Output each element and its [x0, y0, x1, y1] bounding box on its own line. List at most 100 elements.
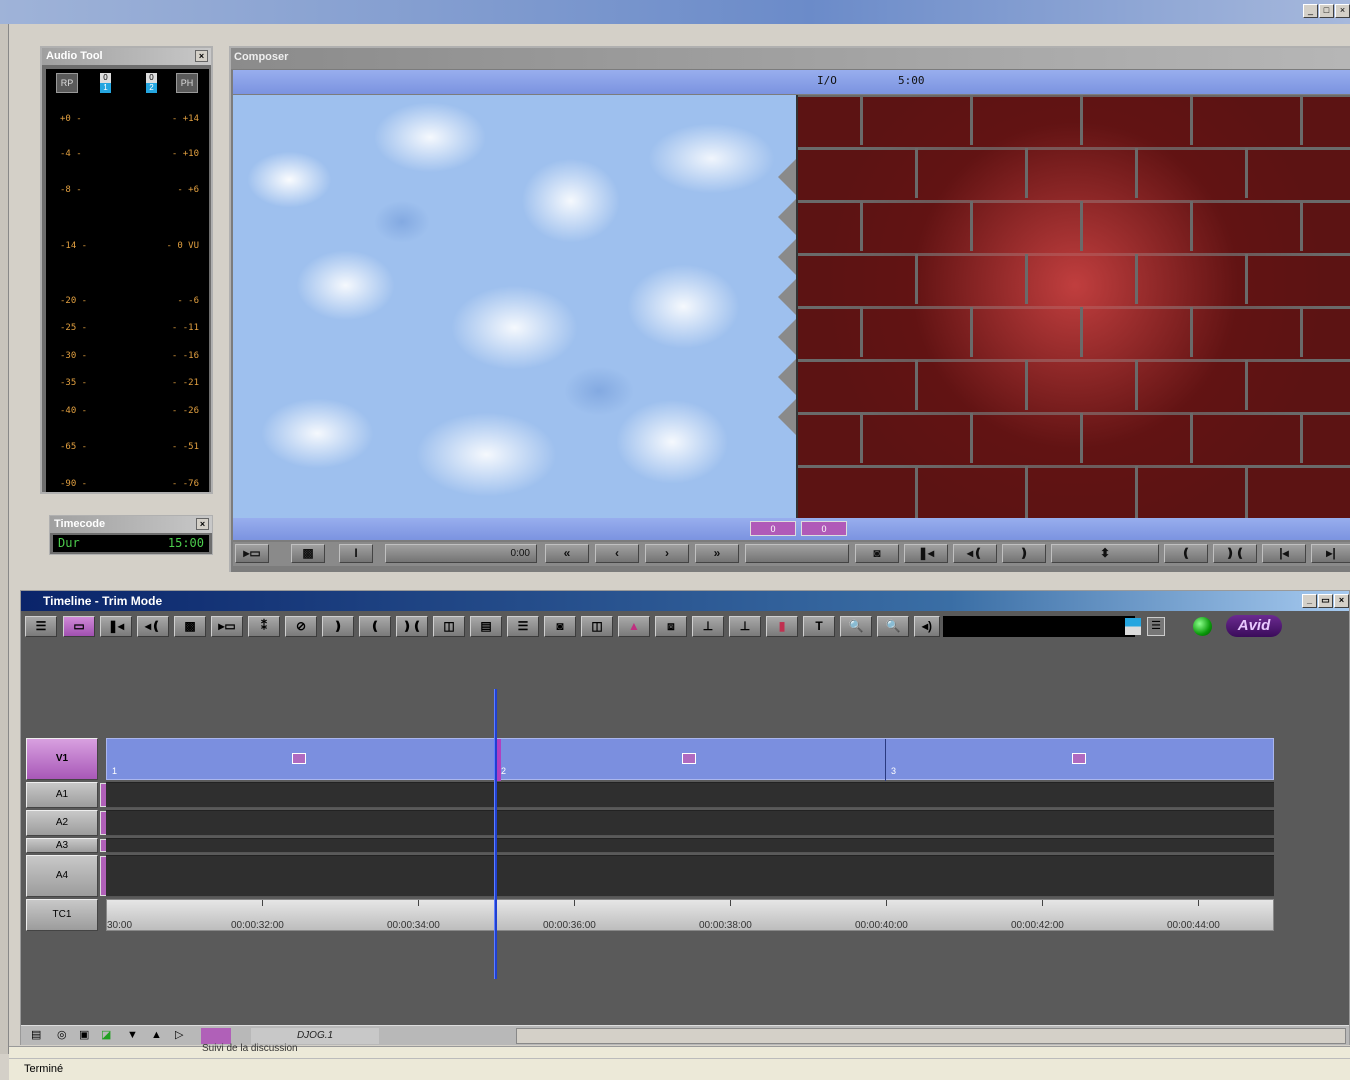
- trim-a-button[interactable]: ❪: [1164, 544, 1208, 563]
- split-view-button[interactable]: ◫: [433, 616, 465, 637]
- segment-lift-button[interactable]: ⊥: [692, 616, 724, 637]
- timeline-info-display: [943, 616, 1135, 637]
- track-a4[interactable]: [106, 855, 1274, 897]
- zoom-out-button[interactable]: 🔍: [840, 616, 872, 637]
- step-back-button[interactable]: ‹: [595, 544, 639, 563]
- track-a2[interactable]: [106, 810, 1274, 836]
- fast-menu-icon[interactable]: ☰: [1147, 617, 1165, 636]
- clip-number: 1: [112, 766, 118, 776]
- monitor-icon[interactable]: ▣: [79, 1029, 89, 1042]
- timeline-window-controls: _ ▭ ×: [1302, 594, 1349, 608]
- toggle-source-record-button[interactable]: ▭: [63, 616, 95, 637]
- trim-right-button[interactable]: ◂❪: [953, 544, 997, 563]
- source-timecode-pill[interactable]: 0: [750, 521, 796, 536]
- red-arrow-icon[interactable]: [201, 1028, 231, 1044]
- mark-clip-button[interactable]: ▩: [291, 544, 325, 563]
- maximize-button[interactable]: □: [1319, 4, 1334, 18]
- avid-logo: Avid: [1226, 615, 1282, 637]
- track-a3-header[interactable]: A3: [26, 838, 98, 853]
- fast-forward-button[interactable]: »: [695, 544, 739, 563]
- composer-position-bar[interactable]: 0 0: [233, 518, 1350, 540]
- minimize-button[interactable]: _: [1303, 4, 1318, 18]
- timecode-tick-label: 00:00:38:00: [699, 920, 752, 931]
- rewind-fast-button[interactable]: «: [545, 544, 589, 563]
- timecode-close-button[interactable]: ×: [196, 518, 209, 530]
- track-a4-header[interactable]: A4: [26, 855, 98, 897]
- audio-tool-title: Audio Tool ×: [42, 48, 211, 65]
- position-indicator[interactable]: [494, 689, 497, 979]
- compare-button[interactable]: ◫: [581, 616, 613, 637]
- audio-scrub-button[interactable]: ◂): [914, 616, 940, 637]
- shuttle-bar[interactable]: [745, 544, 849, 563]
- io-label[interactable]: I/O: [817, 74, 837, 87]
- trim-a-side-button[interactable]: ❚◂: [100, 616, 132, 637]
- go-to-end-button[interactable]: ▸|: [1311, 544, 1350, 563]
- play-in-out-button[interactable]: ▸▭: [235, 544, 269, 563]
- match-frame-button[interactable]: ◙: [855, 544, 899, 563]
- color-icon[interactable]: ◪: [101, 1029, 111, 1042]
- trim-out-button[interactable]: ❫: [322, 616, 354, 637]
- trim-in-button[interactable]: ❪: [359, 616, 391, 637]
- ph-button[interactable]: PH: [176, 73, 198, 93]
- close-button[interactable]: ×: [1335, 4, 1350, 18]
- trim-slider[interactable]: ⬍: [1051, 544, 1159, 563]
- channel-1-indicator[interactable]: 0 1: [100, 73, 111, 93]
- play-in-out-tool-button[interactable]: ▸▭: [211, 616, 243, 637]
- track-tc1[interactable]: 30:00 00:00:32:00 00:00:34:00 00:00:36:0…: [106, 899, 1274, 931]
- trim-left-button[interactable]: ❚◂: [904, 544, 948, 563]
- mark-clip-tool-button[interactable]: ▩: [174, 616, 206, 637]
- track-a1[interactable]: [106, 782, 1274, 808]
- vu-left-label: -8 -: [60, 185, 82, 195]
- record-timecode-pill[interactable]: 0: [801, 521, 847, 536]
- track-a2-header[interactable]: A2: [26, 810, 98, 836]
- timecode-display[interactable]: Dur 15:00: [53, 535, 209, 552]
- track-a1-header[interactable]: A1: [26, 782, 98, 808]
- extract-button[interactable]: ☰: [507, 616, 539, 637]
- transition-edge-tooth: [778, 279, 796, 315]
- go-to-start-button[interactable]: |◂: [1262, 544, 1306, 563]
- segment-extract-button[interactable]: ⊥: [729, 616, 761, 637]
- trim-b-button[interactable]: ❫: [1002, 544, 1046, 563]
- trim-b-side-button[interactable]: ◂❪: [137, 616, 169, 637]
- transition-edge-tooth: [778, 319, 796, 355]
- fit-to-window-button[interactable]: ⧈: [655, 616, 687, 637]
- audio-tool-close-button[interactable]: ×: [195, 50, 208, 62]
- trim-both-button[interactable]: ❫❪: [1213, 544, 1257, 563]
- track-v1-label: V1: [55, 753, 69, 764]
- vu-left-label: -14 -: [60, 241, 88, 251]
- position-slider[interactable]: 0:00: [385, 544, 537, 563]
- track-v1[interactable]: 1 2 3: [106, 738, 1274, 781]
- status-thread-text: Suivi de la discussion: [202, 1043, 298, 1054]
- position-indicator-button[interactable]: I: [339, 544, 373, 563]
- focus-icon[interactable]: ▷: [175, 1029, 183, 1042]
- remove-effect-button[interactable]: ⊘: [285, 616, 317, 637]
- record-button[interactable]: ▮: [766, 616, 798, 637]
- duration-label[interactable]: 5:00: [898, 74, 925, 87]
- lift-button[interactable]: ▤: [470, 616, 502, 637]
- title-tool-button[interactable]: T: [803, 616, 835, 637]
- track-tc1-header[interactable]: TC1: [26, 899, 98, 931]
- shrink-icon[interactable]: ▼: [127, 1029, 138, 1042]
- track-select-icon[interactable]: [1125, 618, 1141, 635]
- step-forward-button[interactable]: ›: [645, 544, 689, 563]
- channel-2-indicator[interactable]: 0 2: [146, 73, 157, 93]
- track-list-icon[interactable]: ▤: [31, 1029, 41, 1042]
- trim-both-tool-button[interactable]: ❫❪: [396, 616, 428, 637]
- settings-icon[interactable]: ◎: [57, 1029, 67, 1042]
- match-frame-tool-button[interactable]: ◙: [544, 616, 576, 637]
- timeline-minimize-button[interactable]: _: [1302, 594, 1317, 608]
- zoom-in-button[interactable]: 🔍: [877, 616, 909, 637]
- timeline-restore-button[interactable]: ▭: [1318, 594, 1333, 608]
- timeline-scrollbar[interactable]: [516, 1028, 1346, 1044]
- enlarge-icon[interactable]: ▲: [151, 1029, 162, 1042]
- timecode-panel: Timecode × Dur 15:00: [49, 515, 213, 555]
- toolbar-menu-button[interactable]: ☰: [25, 616, 57, 637]
- effect-mode-button[interactable]: ⁑: [248, 616, 280, 637]
- mark-up-button[interactable]: ▲: [618, 616, 650, 637]
- rp-button[interactable]: RP: [56, 73, 78, 93]
- clip-effect-icon: [1072, 753, 1086, 764]
- track-a3[interactable]: [106, 838, 1274, 853]
- sequence-name[interactable]: DJOG.1: [251, 1028, 379, 1044]
- track-v1-header[interactable]: V1: [26, 738, 98, 780]
- timeline-close-button[interactable]: ×: [1334, 594, 1349, 608]
